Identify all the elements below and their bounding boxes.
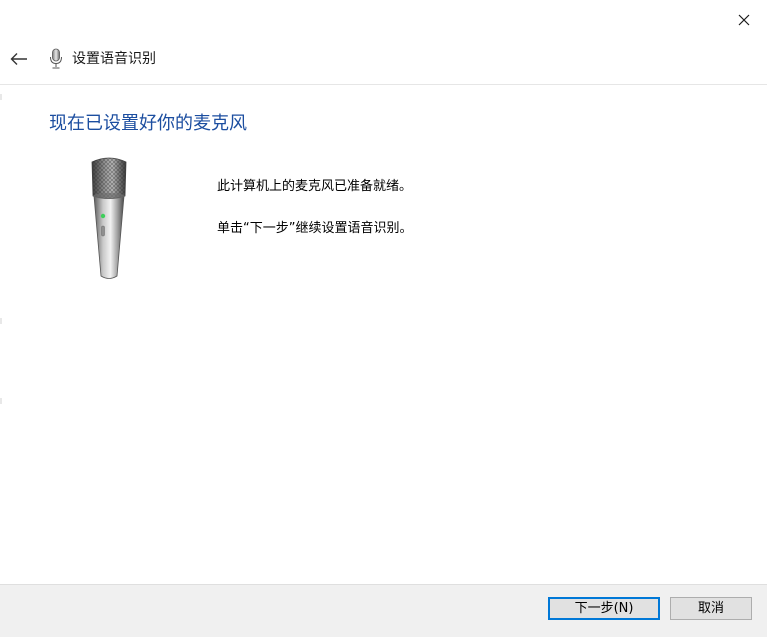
microphone-illustration xyxy=(91,157,127,279)
left-edge-mark xyxy=(0,94,2,100)
wizard-title: 设置语音识别 xyxy=(72,51,156,67)
left-edge-mark xyxy=(0,318,2,324)
wizard-window: 设置语音识别 现在已设置好你的麦克风 此计算机上的麦克风已准备就绪。 单击“下一… xyxy=(0,0,767,637)
microphone-icon xyxy=(50,48,62,69)
back-arrow-icon xyxy=(10,53,27,65)
instruction-message: 单击“下一步”继续设置语音识别。 xyxy=(217,221,413,236)
back-button[interactable] xyxy=(6,48,32,70)
close-icon xyxy=(738,14,750,26)
left-edge-mark xyxy=(0,398,2,404)
close-button[interactable] xyxy=(728,6,760,34)
cancel-button[interactable]: 取消 xyxy=(670,597,752,620)
status-message: 此计算机上的麦克风已准备就绪。 xyxy=(217,179,413,194)
page-title: 现在已设置好你的麦克风 xyxy=(49,113,247,134)
next-button[interactable]: 下一步(N) xyxy=(548,597,660,620)
wizard-header: 设置语音识别 xyxy=(0,38,767,85)
wizard-footer: 下一步(N) 取消 xyxy=(0,584,767,637)
